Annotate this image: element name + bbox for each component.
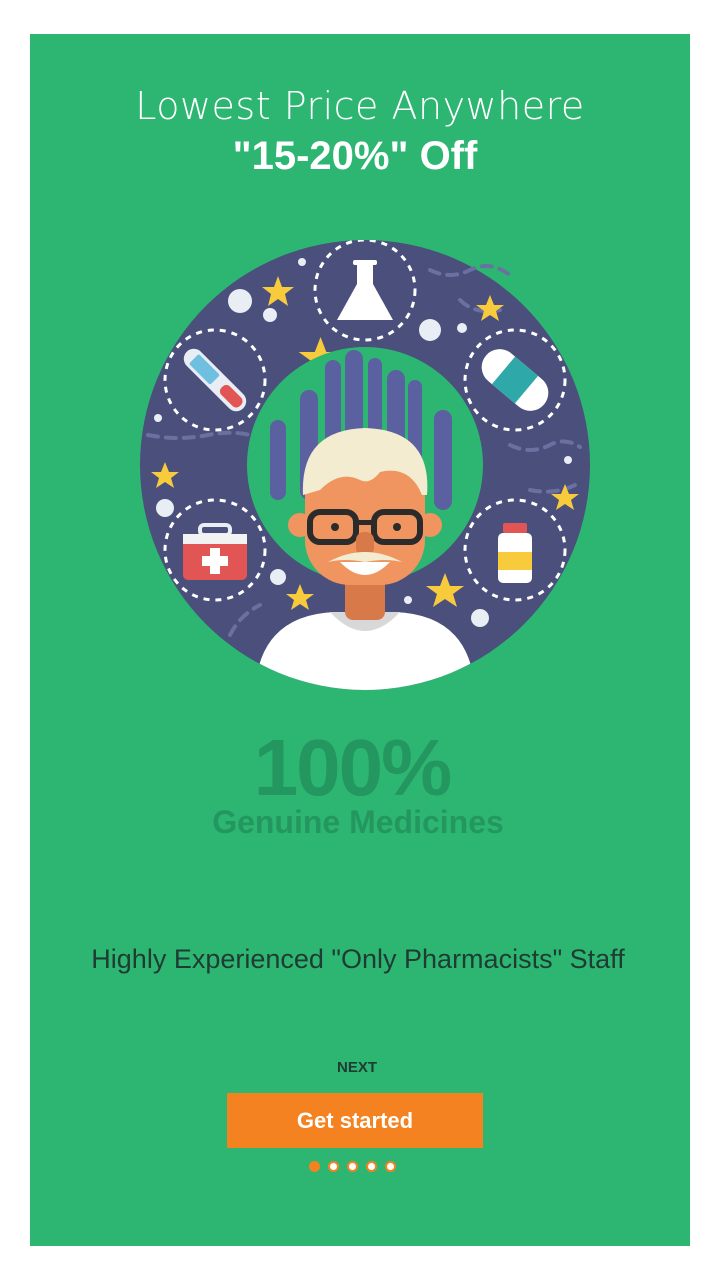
stat-label: Genuine Medicines <box>212 804 504 840</box>
next-button[interactable]: NEXT <box>317 1059 397 1076</box>
page-dot-1[interactable] <box>309 1161 320 1172</box>
pharmacist-illustration <box>140 240 590 690</box>
headline-line1: Lowest Price Anywhere <box>135 84 585 128</box>
page-dot-3[interactable] <box>347 1161 358 1172</box>
page-dot-2[interactable] <box>328 1161 339 1172</box>
page-dot-5[interactable] <box>385 1161 396 1172</box>
page-dot-4[interactable] <box>366 1161 377 1172</box>
tagline: Highly Experienced "Only Pharmacists" St… <box>91 944 625 974</box>
get-started-button[interactable]: Get started <box>227 1093 483 1148</box>
headline-line2: "15-20%" Off <box>232 134 478 178</box>
page-indicator <box>309 1161 396 1175</box>
stat-value: 100% <box>253 723 453 812</box>
